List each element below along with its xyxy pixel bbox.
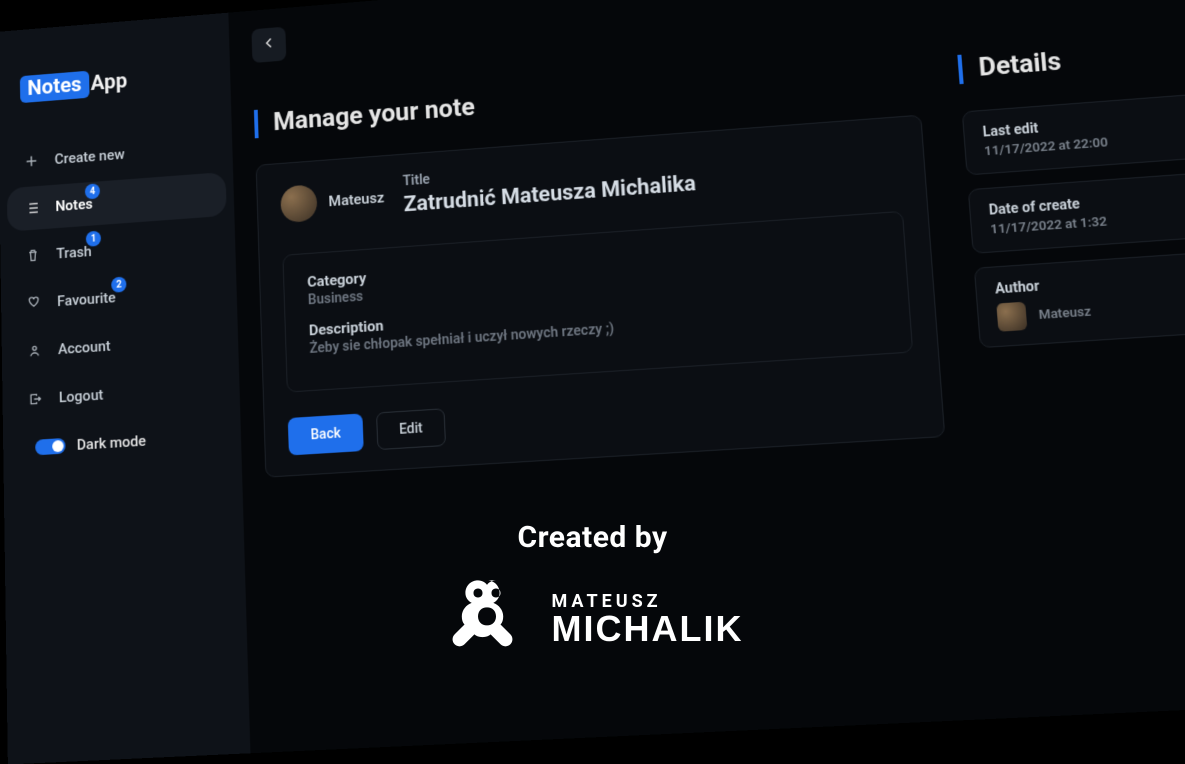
back-action-button[interactable]: Back [288,413,364,455]
count-badge: 2 [111,276,126,292]
user-icon [26,342,43,360]
credits-overlay: Created by MATEUSZ MICHALIK [442,520,744,665]
brand-last-name: MICHALIK [552,611,744,647]
sidebar-item-label: Logout [59,386,104,406]
brand-mark-icon [442,575,532,665]
note-card: Mateusz Title Zatrudnić Mateusza Michali… [256,115,946,478]
detail-card-created: Date of create 11/17/2022 at 1:32 [968,172,1185,254]
edit-button[interactable]: Edit [376,408,446,450]
list-icon [24,199,41,217]
count-badge: 4 [85,183,100,199]
logout-icon [27,390,44,408]
plus-icon [23,152,40,170]
logo-text: App [91,69,128,95]
sidebar-item-label: Create new [54,146,124,168]
heart-icon [25,294,42,312]
dark-mode-label: Dark mode [77,432,147,454]
sidebar-item-label: Trash [56,243,92,263]
logo-badge: Notes [20,71,89,103]
sidebar-nav: Create new Notes 4 Trash 1 [0,124,242,472]
note-info-card: Category Business Description Żeby sie c… [282,211,913,393]
note-actions: Back Edit [288,379,918,456]
avatar [996,302,1027,332]
count-badge: 1 [86,231,101,247]
detail-card-last-edit: Last edit 11/17/2022 at 22:00 [962,93,1185,176]
author-name: Mateusz [328,188,384,209]
sidebar-item-label: Account [58,337,111,358]
sidebar-item-label: Favourite [57,289,116,310]
created-by-label: Created by [517,520,667,555]
details-title: Details [957,36,1185,84]
sidebar-item-label: Notes [55,195,93,215]
author-chip: Mateusz [280,179,385,223]
detail-card-author: Author Mateusz [974,251,1185,348]
dark-mode-switch[interactable] [35,438,65,455]
arrow-left-icon [260,34,278,56]
dark-mode-toggle-row: Dark mode [18,413,226,471]
sidebar: Notes App Create new Notes 4 [0,13,250,764]
back-button[interactable] [251,27,286,63]
trash-icon [24,246,41,264]
avatar [280,184,317,223]
detail-author-name: Mateusz [1038,304,1091,323]
